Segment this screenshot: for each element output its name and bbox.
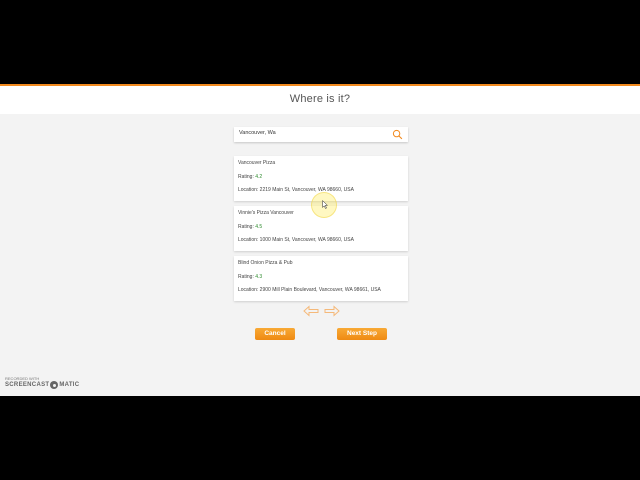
- rating-value: 4.2: [255, 174, 263, 180]
- next-step-button[interactable]: Next Step: [337, 328, 387, 340]
- result-name: Blind Onion Pizza & Pub: [238, 260, 293, 266]
- result-rating: Rating: 4.2: [238, 174, 262, 180]
- rating-value: 4.3: [255, 274, 263, 280]
- screencast-watermark: RECORDED WITH SCREENCAST MATIC: [5, 376, 79, 389]
- arrow-left-icon[interactable]: [303, 305, 319, 317]
- header-bar: Where is it?: [0, 86, 640, 114]
- search-input[interactable]: Vancouver, Wa: [239, 130, 276, 136]
- app-window: Where is it? Vancouver, Wa Vancouver Piz…: [0, 84, 640, 396]
- result-name: Vancouver Pizza: [238, 160, 276, 166]
- result-location: Location: 2900 Mill Plain Boulevard, Van…: [238, 287, 381, 293]
- watermark-brand-right: MATIC: [59, 381, 80, 388]
- page-title: Where is it?: [289, 93, 351, 105]
- watermark-brand: SCREENCAST MATIC: [5, 381, 79, 389]
- result-name: Vinnie's Pizza Vancouver: [238, 210, 294, 216]
- mouse-pointer-icon: [322, 200, 328, 209]
- result-location: Location: 1000 Main St, Vancouver, WA 98…: [238, 237, 354, 243]
- result-rating: Rating: 4.3: [238, 274, 262, 280]
- rating-value: 4.5: [255, 224, 263, 230]
- arrow-right-icon[interactable]: [324, 305, 340, 317]
- search-icon[interactable]: [392, 129, 403, 140]
- result-rating: Rating: 4.5: [238, 224, 262, 230]
- watermark-brand-left: SCREENCAST: [5, 381, 50, 388]
- result-card-blind-onion[interactable]: Blind Onion Pizza & Pub Rating: 4.3 Loca…: [234, 256, 408, 301]
- rating-label: Rating:: [238, 224, 256, 230]
- cancel-button[interactable]: Cancel: [255, 328, 295, 340]
- rating-label: Rating:: [238, 174, 256, 180]
- rating-label: Rating:: [238, 274, 256, 280]
- screencast-logo-icon: [50, 381, 59, 389]
- result-location: Location: 2219 Main St, Vancouver, WA 98…: [238, 187, 354, 193]
- search-box[interactable]: Vancouver, Wa: [234, 127, 408, 142]
